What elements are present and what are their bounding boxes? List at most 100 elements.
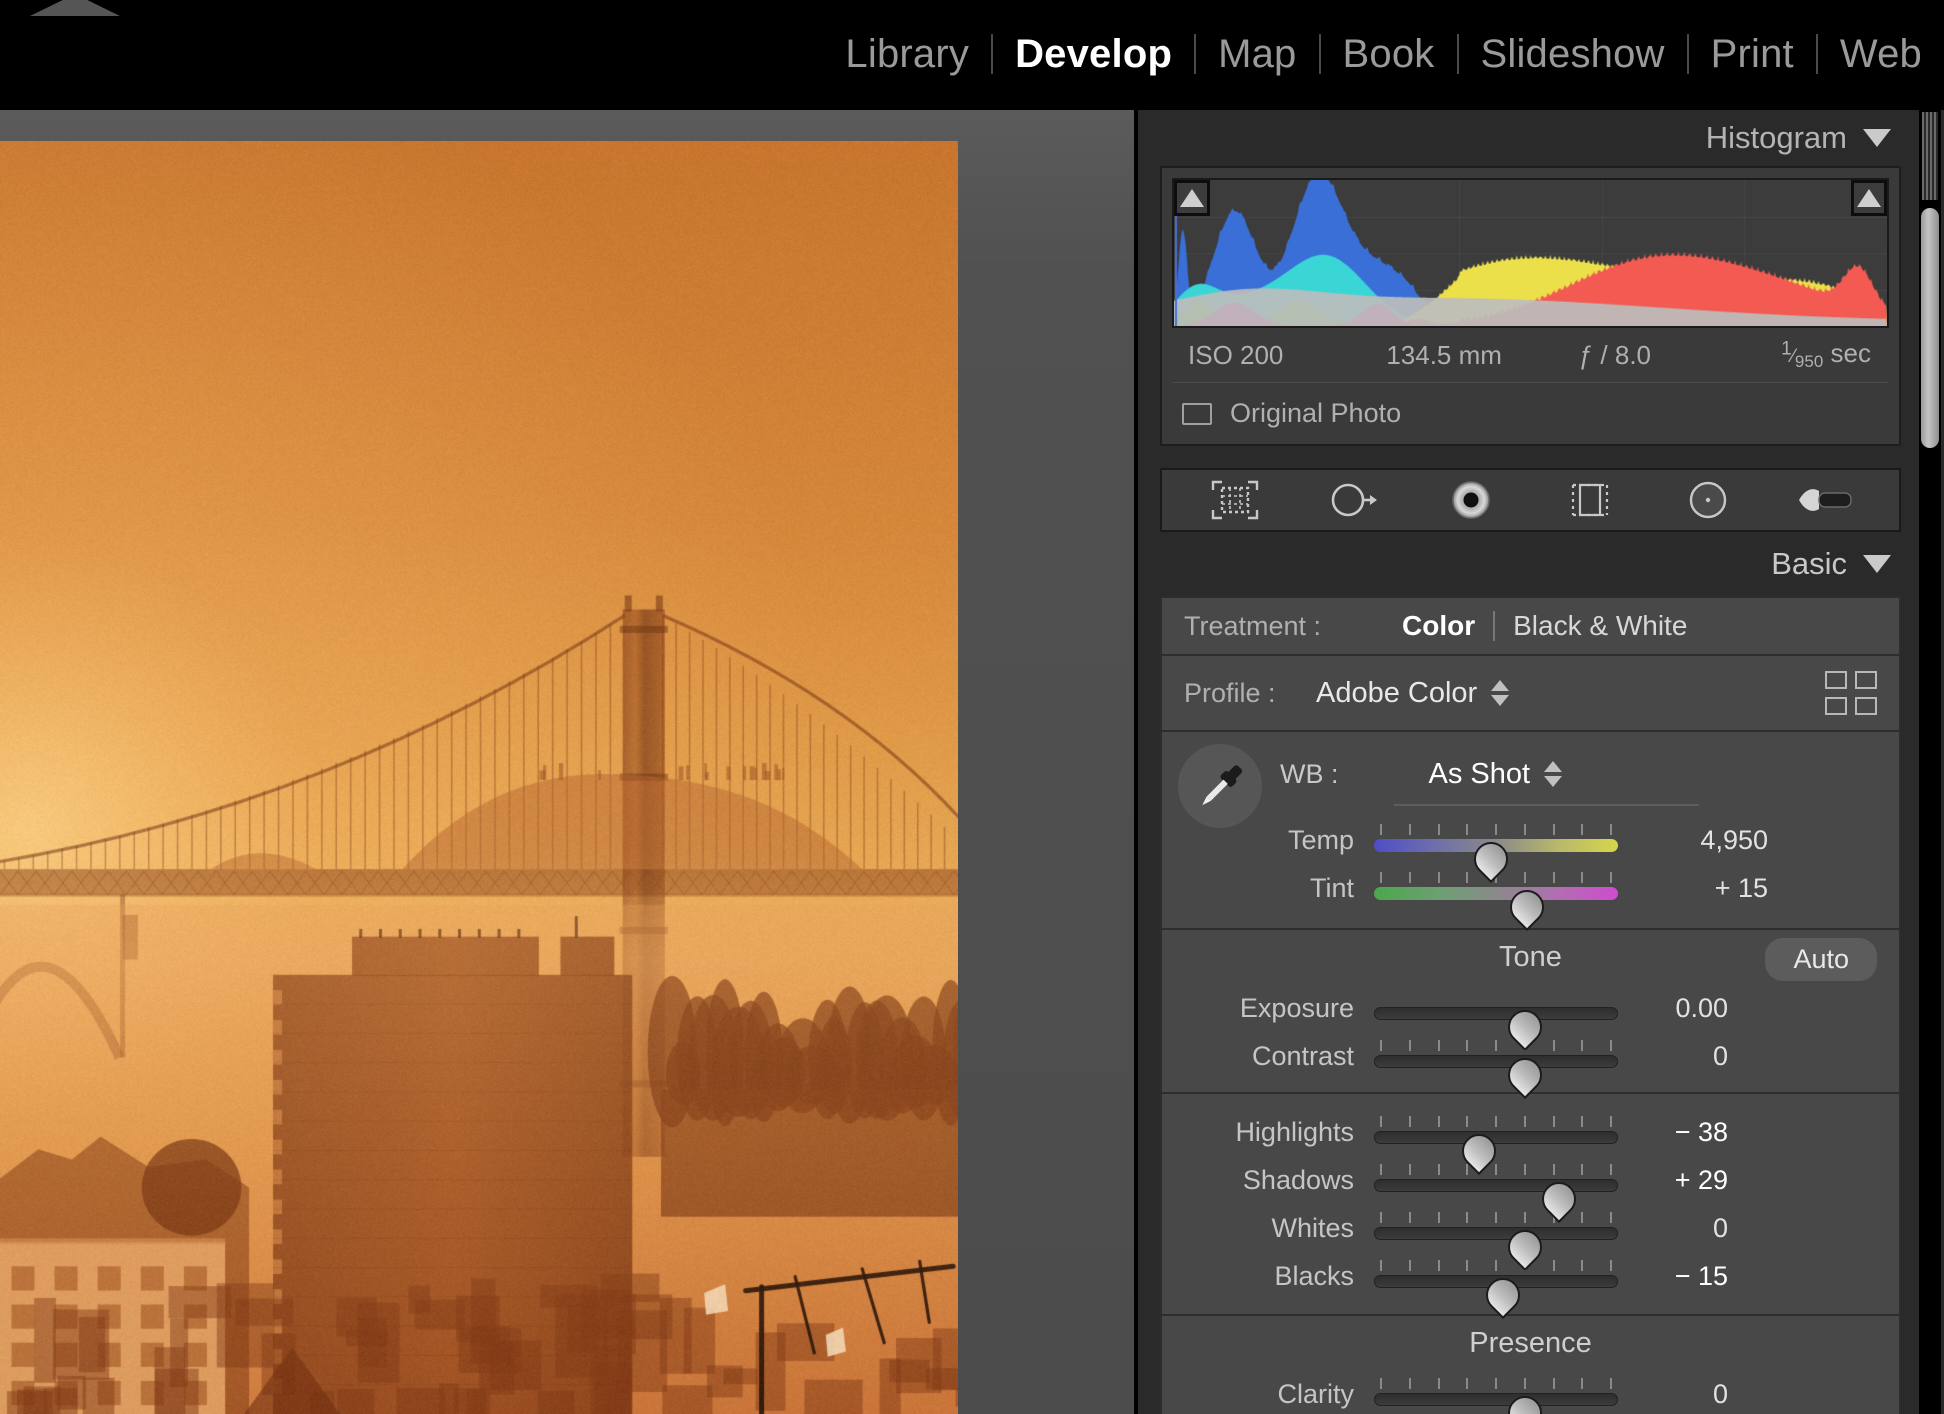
slider-value-highlights[interactable]: − 38 <box>1618 1117 1728 1148</box>
histogram-title: Histogram <box>1706 120 1847 156</box>
treatment-row: Treatment : Color Black & White <box>1162 598 1899 654</box>
module-library[interactable]: Library <box>823 28 991 80</box>
module-book[interactable]: Book <box>1321 28 1457 80</box>
scrollbar-thumb[interactable] <box>1921 208 1939 448</box>
slider-ticks <box>1380 1260 1612 1271</box>
slider-ticks <box>1380 1212 1612 1223</box>
slider-clarity[interactable] <box>1374 1374 1618 1414</box>
photo-preview[interactable] <box>0 141 958 1414</box>
module-slideshow[interactable]: Slideshow <box>1459 28 1687 80</box>
profile-value[interactable]: Adobe Color <box>1316 677 1477 710</box>
adjustment-brush-icon[interactable] <box>1795 476 1857 524</box>
slider-contrast[interactable] <box>1374 1036 1618 1076</box>
original-photo-row[interactable]: Original Photo <box>1172 382 1889 444</box>
radial-gradient-icon[interactable] <box>1677 476 1739 524</box>
wb-preset-value[interactable]: As Shot <box>1429 758 1531 791</box>
module-picker: Library Develop Map Book Slideshow Print Web <box>823 26 1944 82</box>
white-balance-group: WB : As Shot Temp 4,950 Tint + 15 <box>1160 730 1901 928</box>
tool-strip <box>1160 468 1901 532</box>
slider-row-clarity: Clarity 0 <box>1162 1370 1899 1414</box>
wb-stepper-icon[interactable] <box>1544 761 1562 787</box>
slider-value-tint[interactable]: + 15 <box>1618 873 1768 904</box>
slider-track <box>1374 1179 1618 1192</box>
histogram-box: ISO 200 134.5 mm ƒ / 8.0 1⁄950 sec Origi… <box>1160 166 1901 446</box>
slider-ticks <box>1380 1378 1612 1389</box>
basic-panel-header[interactable]: Basic <box>1138 532 1925 596</box>
slider-label-shadows: Shadows <box>1184 1165 1374 1196</box>
slider-row-exposure: Exposure 0.00 <box>1162 984 1899 1032</box>
profile-row: Profile : Adobe Color <box>1162 656 1899 730</box>
slider-ticks <box>1380 1040 1612 1051</box>
slider-value-whites[interactable]: 0 <box>1618 1213 1728 1244</box>
profile-label: Profile : <box>1184 678 1302 709</box>
slider-value-contrast[interactable]: 0 <box>1618 1041 1728 1072</box>
right-panel: Histogram ISO 200 134.5 mm ƒ / 8.0 1⁄950… <box>1135 110 1944 1414</box>
wb-sliders: Temp 4,950 Tint + 15 <box>1162 816 1899 912</box>
slider-row-highlights: Highlights − 38 <box>1162 1108 1899 1156</box>
slider-value-shadows[interactable]: + 29 <box>1618 1165 1728 1196</box>
slider-whites[interactable] <box>1374 1208 1618 1248</box>
scrollbar-grip-icon[interactable] <box>1922 112 1938 200</box>
slider-ticks <box>1380 824 1612 835</box>
lightroom-develop-window: Library Develop Map Book Slideshow Print Web H… <box>0 0 1944 1414</box>
slider-row-whites: Whites 0 <box>1162 1204 1899 1252</box>
treatment-color-option[interactable]: Color <box>1384 610 1493 642</box>
chevron-down-icon[interactable] <box>1863 555 1891 573</box>
shadow-clipping-indicator[interactable] <box>1174 180 1210 216</box>
slider-shadows[interactable] <box>1374 1160 1618 1200</box>
slider-row-tint: Tint + 15 <box>1162 864 1899 912</box>
original-photo-icon <box>1182 403 1212 425</box>
slider-label-blacks: Blacks <box>1184 1261 1374 1292</box>
slider-ticks <box>1380 1116 1612 1127</box>
slider-value-blacks[interactable]: − 15 <box>1618 1261 1728 1292</box>
histogram-panel-header[interactable]: Histogram <box>1138 110 1925 166</box>
masking-icon[interactable] <box>1559 476 1621 524</box>
slider-label-temp: Temp <box>1162 825 1374 856</box>
slider-value-exposure[interactable]: 0.00 <box>1618 993 1728 1024</box>
exif-shutter-speed: 1⁄950 sec <box>1700 338 1881 372</box>
profile-browser-icon[interactable] <box>1825 671 1877 715</box>
auto-tone-button[interactable]: Auto <box>1765 938 1877 981</box>
panel-collapse-arrow-icon[interactable] <box>30 0 120 16</box>
spot-removal-icon[interactable] <box>1322 476 1384 524</box>
presence-sliders: Clarity0Dehaze0Vibrance0Saturation0 <box>1162 1370 1899 1414</box>
divider <box>1394 804 1699 806</box>
tone-section-title-row: Tone Auto <box>1162 930 1899 984</box>
presence-title: Presence <box>1469 1327 1592 1360</box>
module-web[interactable]: Web <box>1818 28 1944 80</box>
slider-label-exposure: Exposure <box>1184 993 1374 1024</box>
wb-row: WB : As Shot <box>1162 748 1899 800</box>
red-eye-icon[interactable] <box>1440 476 1502 524</box>
panel-scrollbar[interactable] <box>1919 110 1941 1414</box>
slider-row-shadows: Shadows + 29 <box>1162 1156 1899 1204</box>
tone-detail-sliders: Highlights − 38 Shadows + 29 Whites 0 Blacks − … <box>1162 1094 1899 1314</box>
module-print[interactable]: Print <box>1689 28 1816 80</box>
slider-track <box>1374 1393 1618 1406</box>
tone-group: Tone Auto Exposure 0.00 Contrast 0 <box>1160 928 1901 1092</box>
basic-title: Basic <box>1771 546 1847 582</box>
treatment-bw-option[interactable]: Black & White <box>1495 610 1705 642</box>
slider-track <box>1374 1055 1618 1068</box>
chevron-down-icon[interactable] <box>1863 129 1891 147</box>
module-map[interactable]: Map <box>1196 28 1318 80</box>
tone-detail-group: Highlights − 38 Shadows + 29 Whites 0 Blacks − … <box>1160 1092 1901 1314</box>
image-canvas[interactable] <box>0 110 1134 1414</box>
slider-value-temp[interactable]: 4,950 <box>1618 825 1768 856</box>
highlight-clipping-indicator[interactable] <box>1851 180 1887 216</box>
white-balance-selector-icon[interactable] <box>1178 744 1262 828</box>
slider-blacks[interactable] <box>1374 1256 1618 1296</box>
slider-track <box>1374 887 1618 900</box>
module-develop[interactable]: Develop <box>993 28 1194 80</box>
slider-temp[interactable] <box>1374 820 1618 860</box>
slider-label-highlights: Highlights <box>1184 1117 1374 1148</box>
wb-label: WB : <box>1280 759 1339 790</box>
profile-stepper-icon[interactable] <box>1491 680 1509 706</box>
tone-title: Tone <box>1499 941 1562 974</box>
slider-exposure[interactable] <box>1374 988 1618 1028</box>
treatment-group: Treatment : Color Black & White <box>1160 596 1901 654</box>
slider-value-clarity[interactable]: 0 <box>1618 1379 1728 1410</box>
histogram-graph[interactable] <box>1172 178 1889 328</box>
slider-highlights[interactable] <box>1374 1112 1618 1152</box>
crop-overlay-icon[interactable] <box>1204 476 1266 524</box>
presence-section-title-row: Presence <box>1162 1316 1899 1370</box>
